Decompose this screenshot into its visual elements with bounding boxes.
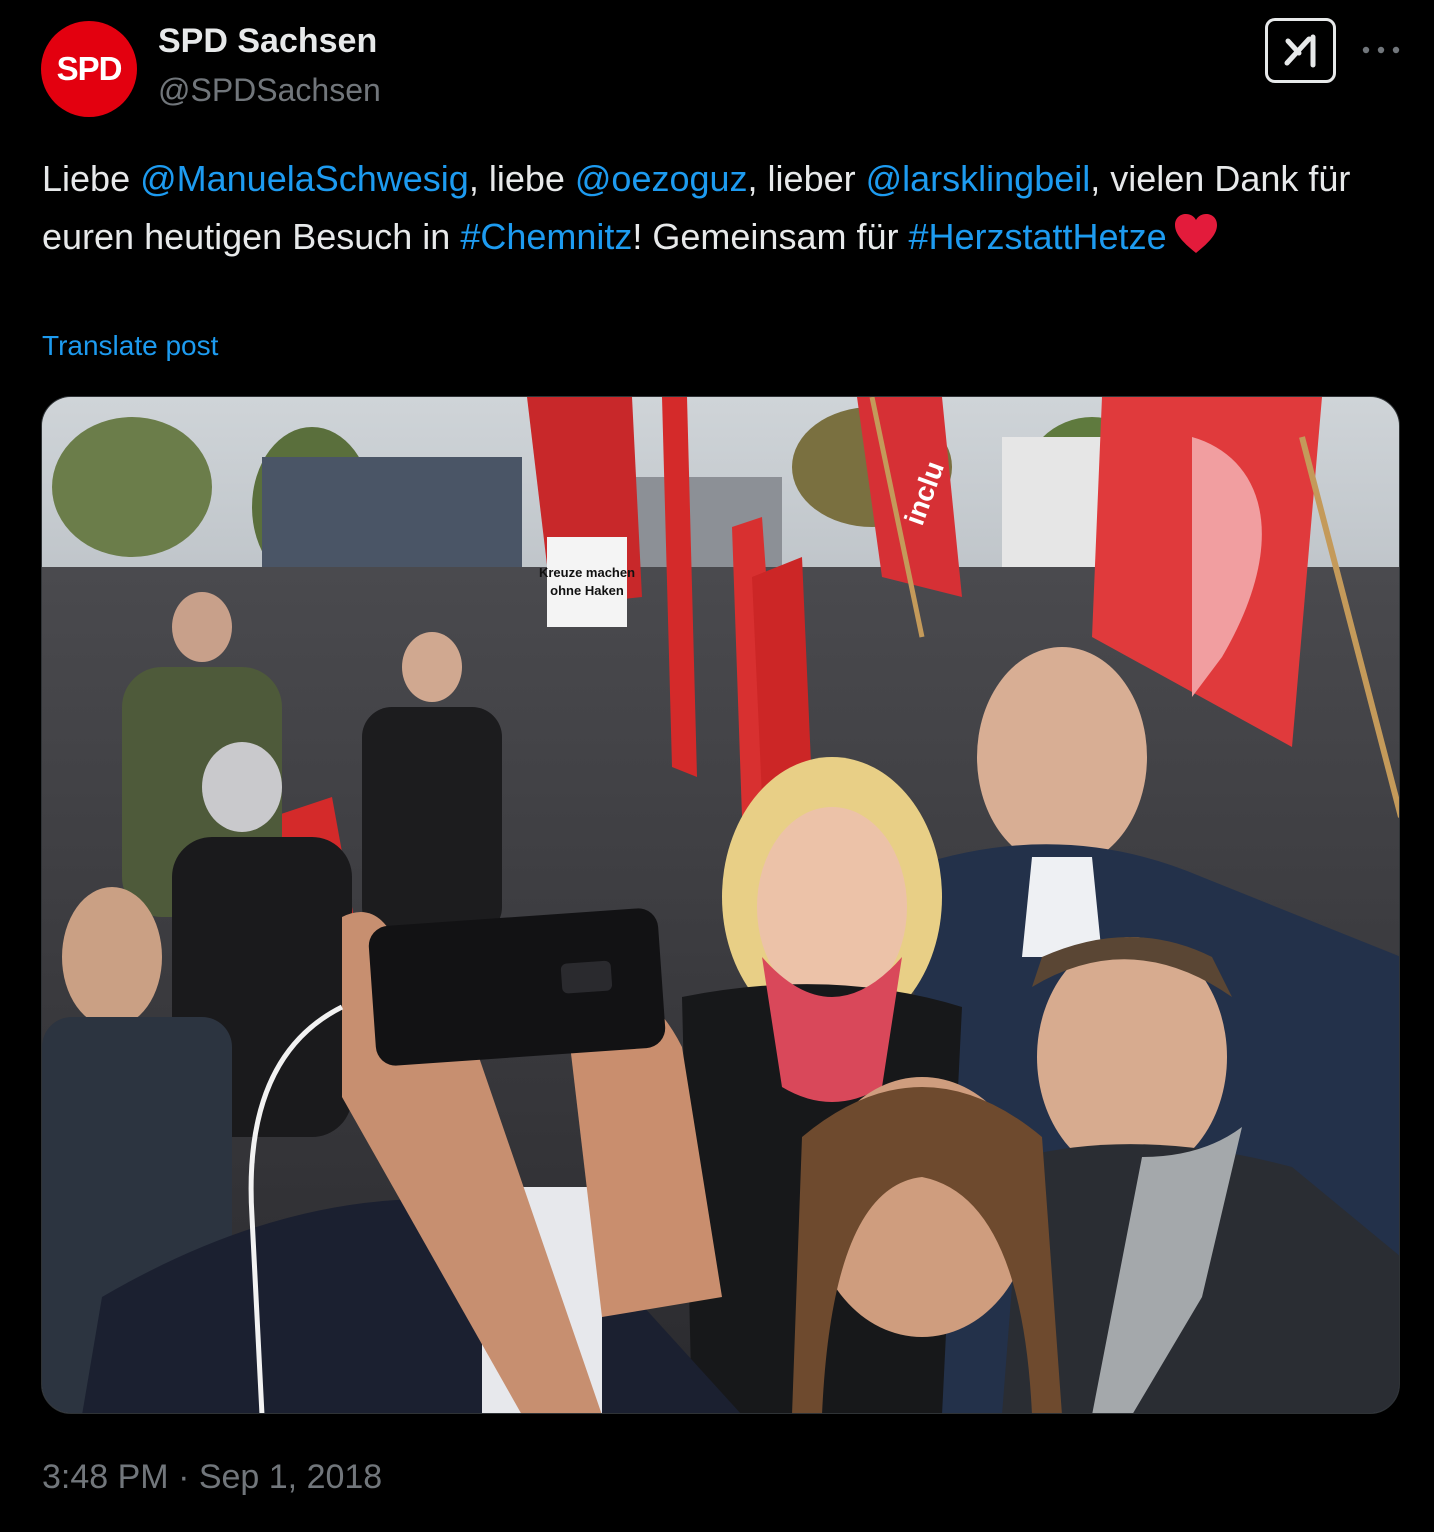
display-name[interactable]: SPD Sachsen bbox=[158, 22, 377, 61]
sign-line-1: Kreuze machen bbox=[539, 565, 635, 580]
post-text-segment: Liebe bbox=[42, 158, 141, 199]
tweet: SPD SPD Sachsen @SPDSachsen Liebe @Manue… bbox=[0, 0, 1434, 1532]
mention-link[interactable]: @larsklingbeil bbox=[866, 158, 1091, 199]
post-photo[interactable]: Kreuze machen ohne Haken inclu bbox=[41, 396, 1400, 1414]
avatar-logo-text: SPD bbox=[56, 50, 123, 87]
post-text-body: Liebe @ManuelaSchwesig, liebe @oezoguz, … bbox=[42, 158, 1350, 257]
avatar[interactable]: SPD bbox=[41, 21, 137, 117]
more-button[interactable] bbox=[1359, 30, 1403, 70]
post-text-segment: , lieber bbox=[747, 158, 866, 199]
red-heart-emoji-icon bbox=[1173, 213, 1219, 272]
handle[interactable]: @SPDSachsen bbox=[158, 72, 381, 109]
post-text-segment: , liebe bbox=[468, 158, 575, 199]
grok-button[interactable] bbox=[1265, 18, 1336, 83]
crowd-selfie-photo: Kreuze machen ohne Haken inclu bbox=[42, 397, 1399, 1413]
post-timestamp[interactable]: 3:48 PM · Sep 1, 2018 bbox=[42, 1458, 382, 1497]
post-text: Liebe @ManuelaSchwesig, liebe @oezoguz, … bbox=[42, 150, 1402, 272]
hashtag-link[interactable]: #HerzstattHetze bbox=[908, 216, 1166, 257]
mention-link[interactable]: @ManuelaSchwesig bbox=[140, 158, 469, 199]
sign-line-2: ohne Haken bbox=[550, 583, 624, 598]
mention-link[interactable]: @oezoguz bbox=[575, 158, 748, 199]
post-text-segment: ! Gemeinsam für bbox=[632, 216, 909, 257]
hashtag-link[interactable]: #Chemnitz bbox=[460, 216, 632, 257]
translate-post-link[interactable]: Translate post bbox=[42, 330, 218, 362]
grok-icon bbox=[1284, 34, 1315, 67]
more-dots-icon bbox=[1362, 46, 1400, 54]
